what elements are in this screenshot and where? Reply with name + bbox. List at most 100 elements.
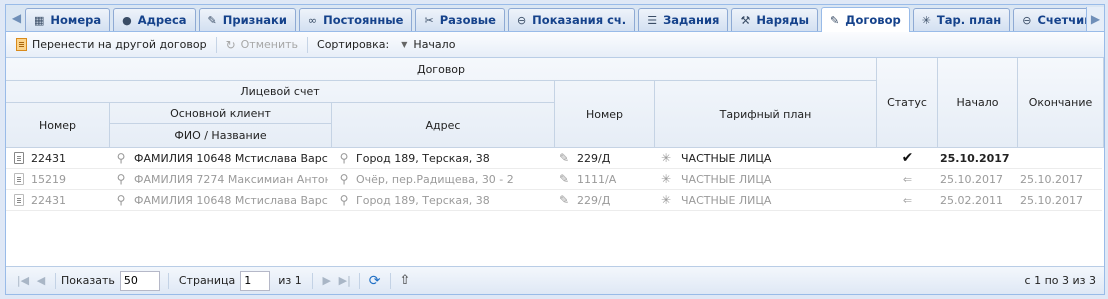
column-header-account-number[interactable]: Номер [6, 103, 110, 148]
column-header-status[interactable]: Статус [877, 58, 938, 148]
tab-map-pin[interactable]: ● Адреса [113, 8, 196, 31]
link-icon: ∞ [307, 13, 318, 27]
start-date: 25.10.2017 [940, 151, 1010, 165]
tariff-cell: ✳ ЧАСТНЫЕ ЛИЦА [661, 190, 873, 210]
tab-grid[interactable]: ▦ Номера [25, 8, 111, 31]
tab-label: Наряды [756, 13, 810, 27]
paging-separator [389, 272, 391, 289]
refresh-icon[interactable]: ⟳ [369, 273, 381, 289]
client-cell: ⚲ ФАМИЛИЯ 7274 Максимиан Антон... [116, 169, 328, 189]
chevron-down-icon: ▼ [401, 40, 408, 49]
column-header-end[interactable]: Окончание [1018, 58, 1104, 148]
wrench-icon: ✂ [424, 13, 434, 27]
tab-tasks[interactable]: ☰ Задания [638, 8, 729, 31]
column-header-tariff[interactable]: Тарифный план [655, 81, 877, 148]
prev-page-icon[interactable]: ◀ [32, 274, 50, 287]
map-pin-icon: ⚲ [339, 151, 349, 165]
tab-label: Тар. план [936, 13, 1002, 27]
tab-label: Договор [845, 13, 901, 27]
account-number: 22431 [31, 151, 66, 165]
first-page-icon[interactable]: |◀ [14, 274, 32, 287]
sort-value: Начало [413, 38, 456, 51]
tariff-icon: ✳ [661, 151, 672, 165]
tab-scroll-left-icon[interactable]: ◀ [8, 7, 25, 29]
last-page-icon[interactable]: ▶| [336, 274, 354, 287]
tab-scroll-right-icon[interactable]: ▶ [1086, 7, 1104, 31]
tariff-cell: ✳ ЧАСТНЫЕ ЛИЦА [661, 169, 873, 189]
tab-label: Адреса [137, 13, 187, 27]
account-icon [14, 194, 24, 206]
status-icon: ⇐ [902, 172, 913, 186]
page-number-input[interactable] [240, 270, 271, 291]
tools-icon: ⚒ [740, 13, 751, 27]
client-cell: ⚲ ФАМИЛИЯ 10648 Мстислава Варсо... [116, 148, 328, 168]
grid-body: 22431 ⚲ ФАМИЛИЯ 10648 Мстислава Варсо... ⚲ Г… [6, 148, 1104, 261]
start-date: 25.02.2011 [940, 193, 1003, 207]
tab-label: Разовые [439, 13, 496, 27]
toolbar: Перенести на другой договор ↻ Отменить С… [6, 32, 1104, 58]
tariff-name: ЧАСТНЫЕ ЛИЦА [681, 193, 772, 207]
cancel-label: Отменить [240, 38, 299, 51]
column-header-number[interactable]: Номер [555, 81, 655, 148]
tab-label: Признаки [222, 13, 287, 27]
sort-label: Сортировка: [317, 38, 390, 51]
column-group-contract: Договор [6, 58, 877, 81]
address-text: Очёр, пер.Радищева, 30 - 2 [356, 172, 514, 186]
page-size-input[interactable] [119, 270, 160, 291]
tab-link[interactable]: ∞ Постоянные [298, 8, 413, 31]
paging-separator [311, 272, 313, 289]
tab-contract[interactable]: ✎ Договор [821, 7, 910, 32]
page-size-label: Показать [61, 274, 115, 287]
contract-icon: ✎ [559, 172, 570, 186]
tab-wrench[interactable]: ✂ Разовые [415, 8, 505, 31]
tasks-icon: ☰ [647, 13, 658, 27]
map-pin-icon: ⚲ [339, 172, 349, 186]
tab-bar: ◀ ▦ Номера ● Адреса ✎ Признаки ∞ Постоянные ✂ Раз… [6, 5, 1104, 32]
table-row[interactable]: 15219 ⚲ ФАМИЛИЯ 7274 Максимиан Антон... ⚲ Оч… [6, 169, 1102, 190]
transfer-contract-button[interactable]: Перенести на другой договор [12, 38, 211, 51]
tab-tools[interactable]: ⚒ Наряды [731, 8, 819, 31]
tab-label: Задания [663, 13, 720, 27]
tariff-icon: ✳ [661, 193, 672, 207]
tab-tags[interactable]: ✎ Признаки [198, 8, 296, 31]
column-group-main-client: Основной клиент [110, 103, 332, 124]
paging-separator [167, 272, 169, 289]
table-row[interactable]: 22431 ⚲ ФАМИЛИЯ 10648 Мстислава Варсо... ⚲ Г… [6, 148, 1102, 169]
tab-gauge[interactable]: ⊖ Показания сч. [507, 8, 636, 31]
client-name: ФАМИЛИЯ 10648 Мстислава Варсо... [134, 151, 328, 165]
cancel-button[interactable]: ↻ Отменить [222, 38, 302, 52]
contract-number: 1111/А [577, 172, 617, 186]
export-icon[interactable]: ⇧ [400, 273, 411, 288]
tab-label: Показания сч. [532, 13, 627, 27]
undo-icon: ↻ [225, 37, 236, 52]
column-group-account: Лицевой счет [6, 81, 555, 103]
meter-icon: ⊖ [1022, 13, 1032, 27]
map-pin-icon: ● [122, 13, 132, 27]
grid-header: Договор Лицевой счет Номер Основной клие… [6, 58, 1104, 148]
address-text: Город 189, Терская, 38 [356, 151, 490, 165]
map-pin-icon: ⚲ [339, 193, 349, 207]
transfer-contract-label: Перенести на другой договор [32, 38, 207, 51]
end-date: 25.10.2017 [1020, 193, 1083, 207]
page-count-label: из 1 [278, 274, 302, 287]
end-date [1020, 148, 1100, 168]
tab-label: Номера [50, 13, 102, 27]
person-icon: ⚲ [116, 151, 126, 165]
tags-icon: ✎ [207, 13, 217, 27]
column-header-start[interactable]: Начало [938, 58, 1018, 148]
tab-tariff[interactable]: ✳ Тар. план [912, 8, 1011, 31]
sort-dropdown[interactable]: ▼ Начало [393, 38, 459, 51]
account-icon [14, 173, 24, 185]
client-name: ФАМИЛИЯ 10648 Мстислава Варсо... [134, 193, 328, 207]
table-row[interactable]: 22431 ⚲ ФАМИЛИЯ 10648 Мстислава Варсо... ⚲ Г… [6, 190, 1102, 211]
next-page-icon[interactable]: ▶ [318, 274, 336, 287]
column-header-address[interactable]: Адрес [332, 103, 555, 148]
column-header-client-name[interactable]: ФИО / Название [110, 124, 332, 148]
account-cell: 22431 [14, 148, 110, 168]
paging-info: с 1 по 3 из 3 [1024, 274, 1096, 287]
toolbar-separator [307, 36, 309, 53]
contract-number: 229/Д [577, 193, 611, 207]
tariff-name: ЧАСТНЫЕ ЛИЦА [681, 172, 772, 186]
account-icon [14, 152, 24, 164]
contract-number: 229/Д [577, 151, 611, 165]
